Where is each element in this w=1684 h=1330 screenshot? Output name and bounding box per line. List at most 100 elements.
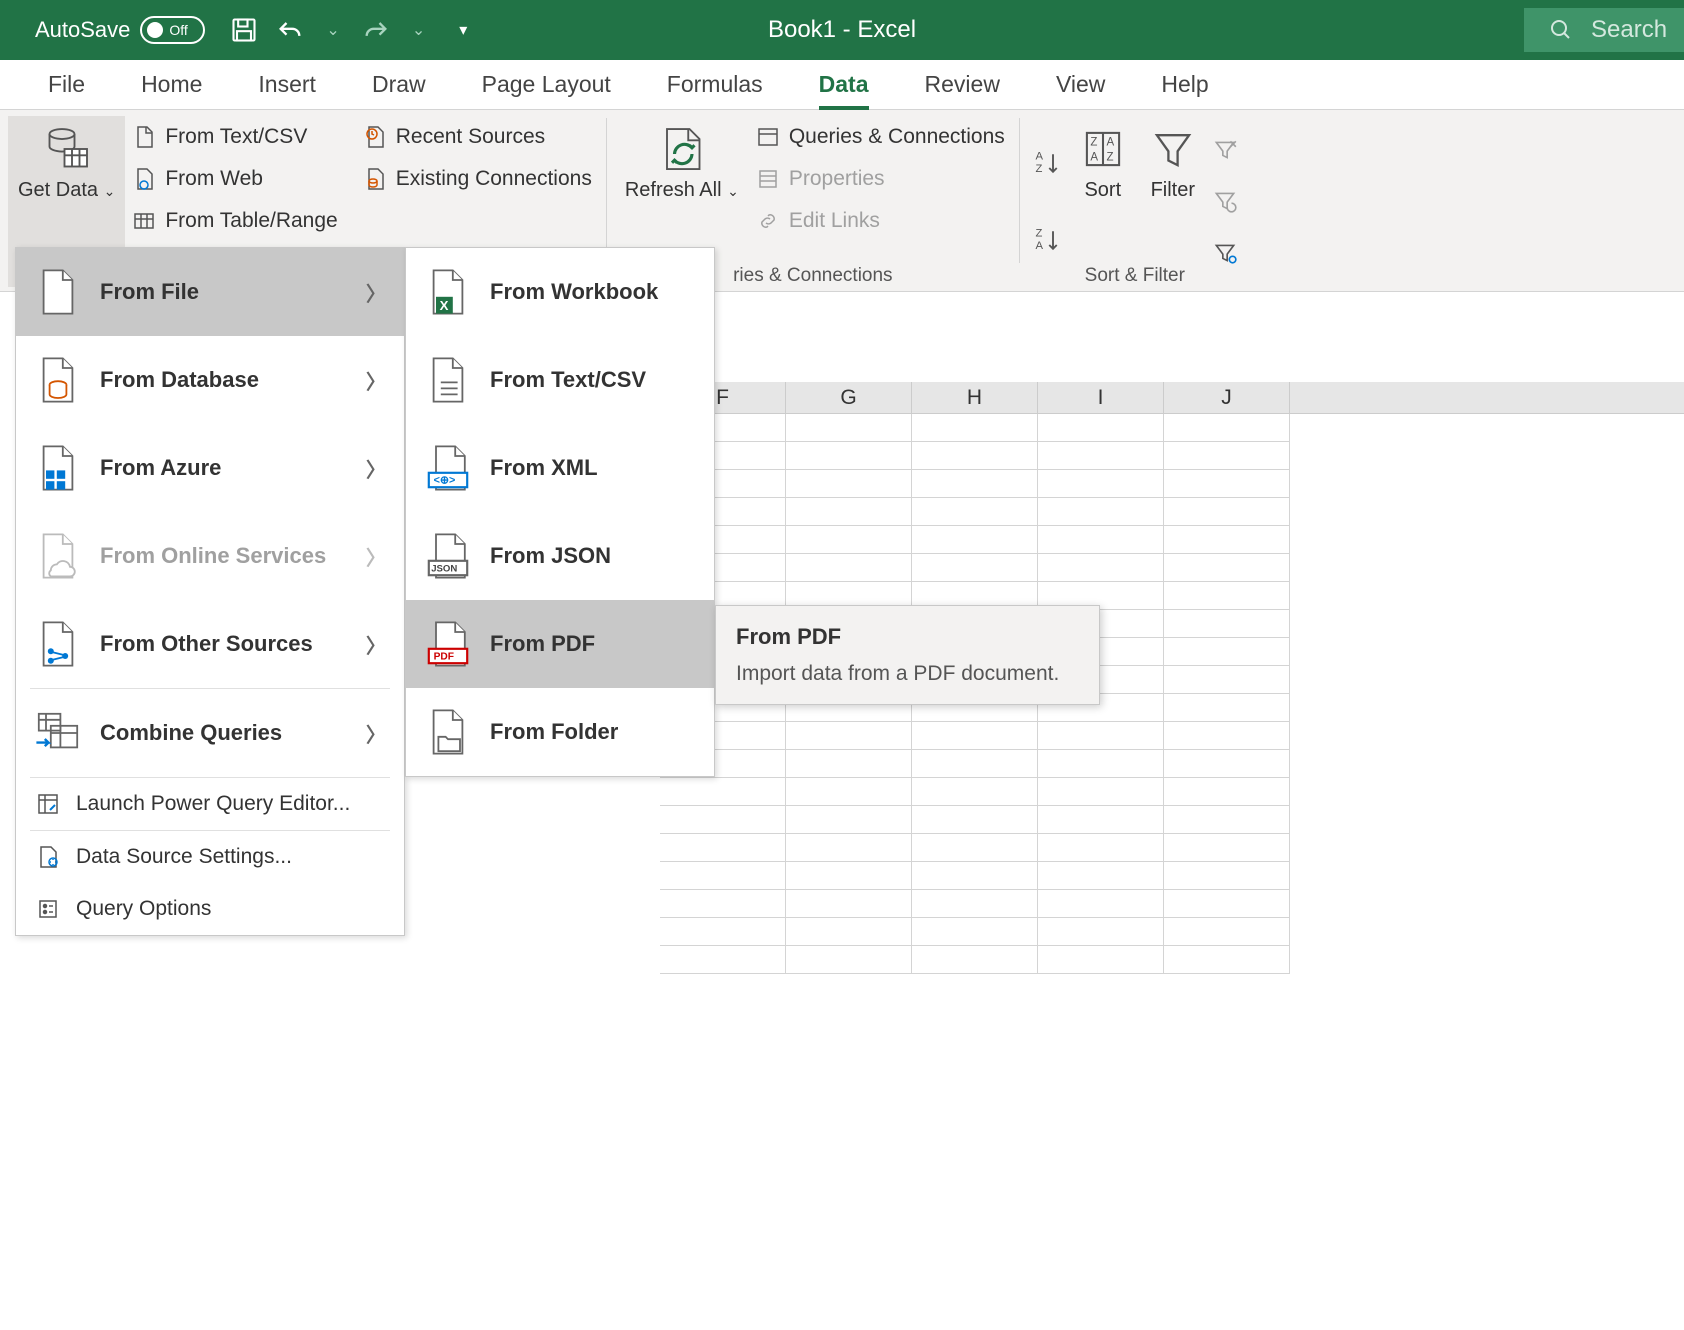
settings-icon [34,843,62,871]
svg-text:A: A [1035,240,1043,252]
menu-from-online-services[interactable]: From Online Services 〉 [16,512,404,600]
tab-formulas[interactable]: Formulas [639,60,791,109]
tab-page-layout[interactable]: Page Layout [454,60,639,109]
editor-icon [34,790,62,818]
svg-text:A: A [1090,152,1098,164]
menu-label: Launch Power Query Editor... [76,792,350,816]
submenu-label: From Workbook [490,279,658,305]
recent-sources-label: Recent Sources [396,125,545,149]
database-icon [42,124,92,174]
tab-draw[interactable]: Draw [344,60,454,109]
group-label-sort-filter: Sort & Filter [1020,265,1250,287]
menu-label: From Azure [100,455,221,481]
toggle-knob [147,22,163,38]
menu-from-azure[interactable]: From Azure 〉 [16,424,404,512]
menu-launch-power-query[interactable]: Launch Power Query Editor... [16,778,404,830]
file-icon [131,124,157,150]
menu-label: From Online Services [100,543,326,569]
menu-label: Data Source Settings... [76,845,292,869]
redo-icon[interactable] [362,16,390,44]
clock-icon [362,124,388,150]
menu-data-source-settings[interactable]: Data Source Settings... [16,831,404,883]
undo-icon[interactable] [276,16,304,44]
get-data-menu: From File 〉 From Database 〉 From Azure 〉… [15,247,405,936]
recent-sources-button[interactable]: Recent Sources [356,116,598,158]
tab-insert[interactable]: Insert [230,60,344,109]
from-table-label: From Table/Range [165,209,337,233]
redo-dropdown-icon[interactable]: ⌄ [412,20,425,40]
undo-dropdown-icon[interactable]: ⌄ [326,20,339,40]
col-header[interactable]: J [1164,382,1290,413]
menu-from-other-sources[interactable]: From Other Sources 〉 [16,600,404,688]
from-web-button[interactable]: From Web [125,158,343,200]
svg-text:Z: Z [1035,228,1042,240]
tab-view[interactable]: View [1028,60,1133,109]
menu-label: From Database [100,367,259,393]
reapply-icon[interactable] [1212,188,1238,214]
menu-from-file[interactable]: From File 〉 [16,248,404,336]
tab-help[interactable]: Help [1133,60,1236,109]
submenu-from-pdf[interactable]: PDF From PDF [406,600,714,688]
tab-home[interactable]: Home [113,60,230,109]
submenu-from-workbook[interactable]: X From Workbook [406,248,714,336]
sort-icon: ZAAZ [1078,124,1128,174]
filter-button[interactable]: Filter [1138,116,1208,287]
svg-text:X: X [440,298,449,313]
web-icon [131,166,157,192]
autosave-toggle[interactable]: Off [140,16,205,44]
clear-filter-icon[interactable] [1212,137,1238,163]
menu-combine-queries[interactable]: Combine Queries 〉 [16,689,404,777]
submenu-from-xml[interactable]: <⊕> From XML [406,424,714,512]
properties-button[interactable]: Properties [749,158,1011,200]
edit-links-button[interactable]: Edit Links [749,200,1011,242]
title-bar: AutoSave Off ⌄ ⌄ ▾ Book1 - Excel Search [0,0,1684,60]
from-text-csv-label: From Text/CSV [165,125,307,149]
toggle-state: Off [169,22,187,38]
folder-icon [424,708,472,756]
col-header[interactable]: I [1038,382,1164,413]
queries-icon [755,124,781,150]
submenu-label: From Folder [490,719,618,745]
search-icon [1549,18,1573,42]
search-placeholder: Search [1591,16,1667,44]
tab-review[interactable]: Review [897,60,1028,109]
filter-label: Filter [1151,178,1195,202]
queries-connections-label: Queries & Connections [789,125,1005,149]
options-icon [34,895,62,923]
col-header[interactable]: H [912,382,1038,413]
sort-az-column: AZ ZA [1028,116,1068,287]
workbook-icon: X [424,268,472,316]
submenu-from-json[interactable]: JSON From JSON [406,512,714,600]
existing-connections-label: Existing Connections [396,167,592,191]
menu-label: From Other Sources [100,631,313,657]
sort-za-icon[interactable]: ZA [1032,224,1064,256]
from-text-csv-button[interactable]: From Text/CSV [125,116,343,158]
chevron-right-icon: 〉 [366,366,386,395]
advanced-filter-icon[interactable] [1212,240,1238,266]
from-table-button[interactable]: From Table/Range [125,200,343,242]
submenu-from-folder[interactable]: From Folder [406,688,714,776]
ribbon-tabs: File Home Insert Draw Page Layout Formul… [0,60,1684,110]
menu-from-database[interactable]: From Database 〉 [16,336,404,424]
search-box[interactable]: Search [1524,8,1684,52]
links-icon [755,208,781,234]
save-icon[interactable] [230,16,258,44]
col-header[interactable]: G [786,382,912,413]
sort-az-icon[interactable]: AZ [1032,147,1064,179]
sort-button[interactable]: ZAAZ Sort [1068,116,1138,287]
database-icon [34,356,82,404]
menu-query-options[interactable]: Query Options [16,883,404,935]
cells[interactable] [660,414,1684,1330]
tab-file[interactable]: File [20,60,113,109]
queries-connections-button[interactable]: Queries & Connections [749,116,1011,158]
chevron-right-icon: 〉 [366,278,386,307]
cloud-icon [34,532,82,580]
existing-connections-button[interactable]: Existing Connections [356,158,598,200]
submenu-from-text-csv[interactable]: From Text/CSV [406,336,714,424]
from-web-label: From Web [165,167,263,191]
edit-links-label: Edit Links [789,209,880,233]
qat-customize-icon[interactable]: ▾ [459,20,467,40]
submenu-label: From JSON [490,543,611,569]
tab-data[interactable]: Data [791,60,897,109]
text-file-icon [424,356,472,404]
